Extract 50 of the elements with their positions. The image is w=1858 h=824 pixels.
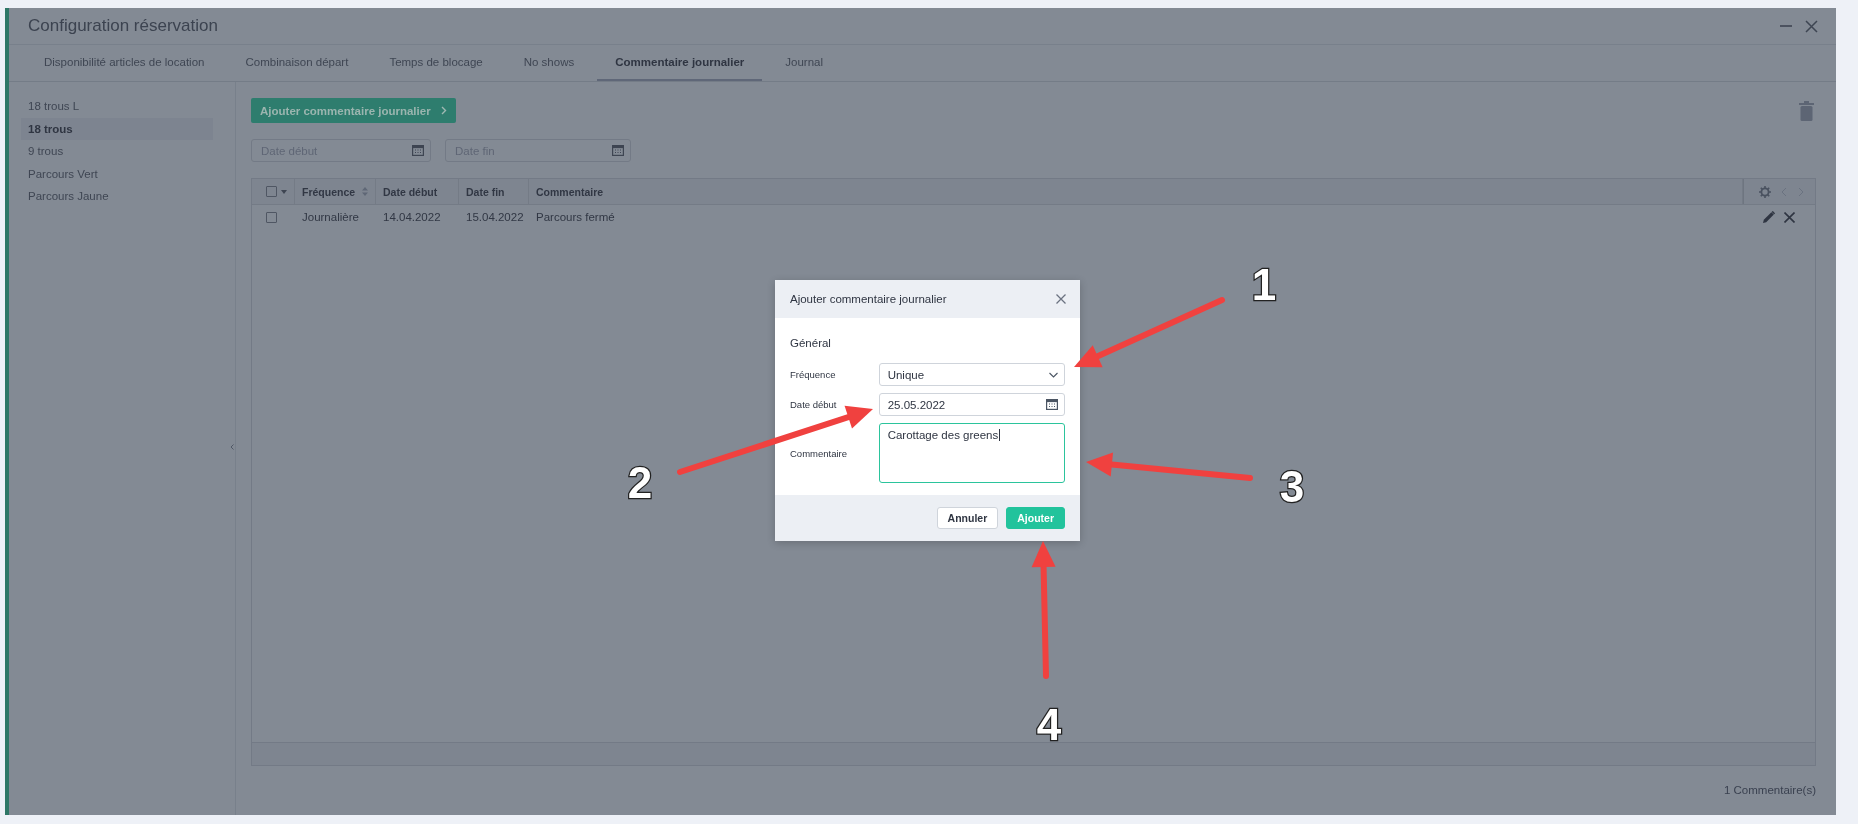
table-cell: Journalière: [302, 211, 359, 223]
date-field[interactable]: 25.05.2022: [878, 393, 1065, 416]
field-label: Date début: [790, 399, 838, 410]
annotation-number: 3: [1279, 462, 1305, 511]
add-comment-button[interactable]: Ajouter commentaire journalier: [251, 98, 456, 123]
comment-textarea[interactable]: Carottage des greens: [878, 423, 1065, 483]
row-checkbox[interactable]: [266, 211, 277, 223]
add-button[interactable]: Ajouter: [1006, 507, 1065, 529]
chevron-right-icon: [440, 106, 447, 115]
close-icon[interactable]: [1805, 19, 1818, 33]
sidebar-item[interactable]: 9 trous: [21, 140, 213, 162]
tab[interactable]: Commentaire journalier: [597, 45, 763, 81]
sidebar-item[interactable]: 18 trous L: [21, 95, 213, 117]
delete-icon[interactable]: [1784, 211, 1795, 223]
annotation-number: 2: [627, 458, 653, 507]
annotation-number: 1: [1251, 260, 1277, 309]
caret-icon[interactable]: [281, 189, 287, 194]
section-heading: Général: [790, 337, 832, 349]
tab[interactable]: No shows: [505, 45, 593, 81]
sidebar-item[interactable]: Parcours Jaune: [21, 185, 213, 207]
tab[interactable]: Temps de blocage: [371, 45, 501, 81]
annotation-number: 4: [1036, 700, 1062, 749]
field-label: Fréquence: [790, 369, 837, 380]
tab[interactable]: Journal: [767, 45, 842, 81]
collapse-handle-icon[interactable]: [230, 444, 234, 450]
table-cell: Parcours fermé: [536, 211, 615, 223]
table-cell: 15.04.2022: [466, 211, 524, 223]
tab[interactable]: Combinaison départ: [227, 45, 367, 81]
sidebar-item[interactable]: 18 trous: [21, 117, 213, 140]
sort-icon[interactable]: [362, 187, 368, 196]
record-count: 1 Commentaire(s): [1723, 784, 1816, 796]
column-header[interactable]: Fréquence: [295, 179, 376, 204]
column-header[interactable]: Date début: [376, 179, 459, 204]
calendar-icon[interactable]: [1046, 399, 1058, 410]
frequency-dropdown[interactable]: Unique: [878, 363, 1065, 386]
field-label: Commentaire: [790, 447, 849, 459]
dialog-title: Ajouter commentaire journalier: [790, 293, 947, 305]
chevron-down-icon: [1049, 371, 1058, 378]
column-header[interactable]: Date fin: [459, 179, 529, 204]
cancel-button[interactable]: Annuler: [936, 507, 999, 529]
pencil-icon[interactable]: [1763, 211, 1775, 223]
trash-icon[interactable]: [1799, 101, 1814, 121]
close-icon[interactable]: [1056, 294, 1066, 304]
settings-icon[interactable]: [1759, 185, 1772, 198]
window-title: Configuration réservation: [28, 16, 218, 36]
column-header[interactable]: Commentaire: [529, 179, 1743, 204]
sidebar-item[interactable]: Parcours Vert: [21, 162, 213, 185]
table-cell: 14.04.2022: [383, 211, 441, 223]
select-all-checkbox[interactable]: [266, 186, 277, 197]
tab[interactable]: Disponibilité articles de location: [26, 45, 223, 81]
